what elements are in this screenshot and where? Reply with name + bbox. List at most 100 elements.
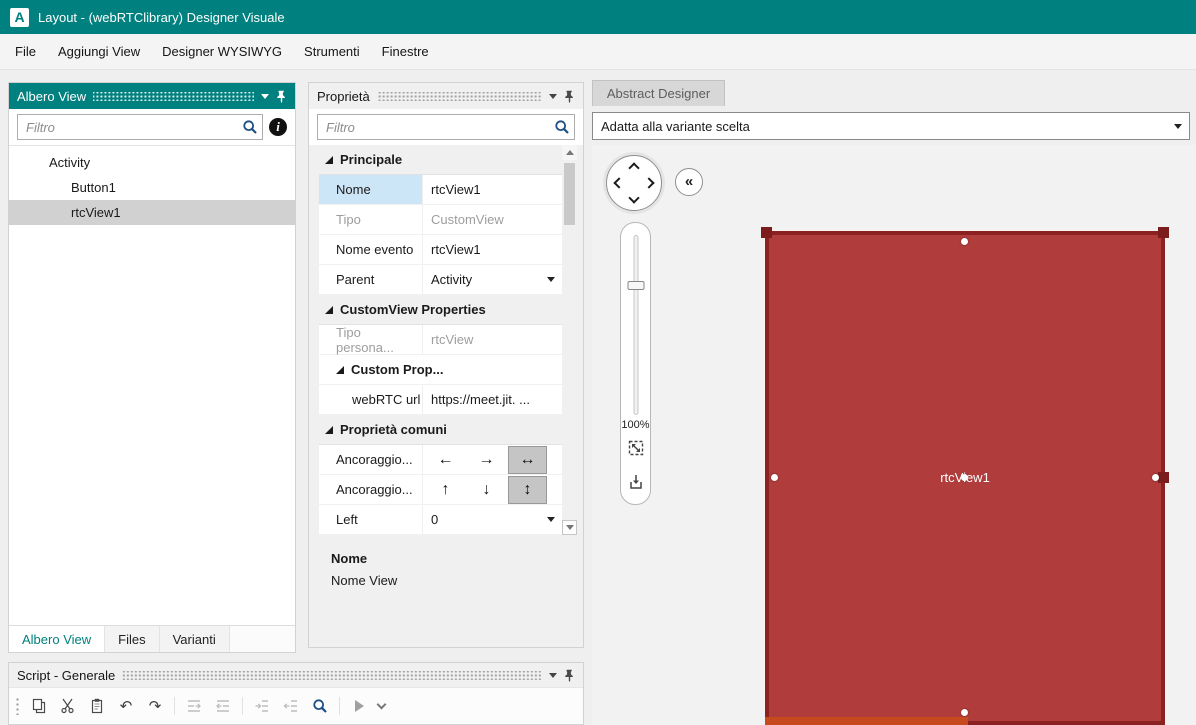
scroll-down-button[interactable] bbox=[562, 520, 577, 535]
chevron-down-icon[interactable] bbox=[547, 277, 555, 282]
app-logo-icon: A bbox=[10, 7, 29, 27]
outdent-icon bbox=[283, 700, 297, 712]
section-customview-properties[interactable]: CustomView Properties bbox=[319, 295, 562, 325]
prop-row-tipo-personalizzato[interactable]: Tipo persona... rtcView bbox=[319, 325, 562, 355]
tab-files[interactable]: Files bbox=[105, 626, 160, 652]
fit-to-view-button[interactable] bbox=[625, 437, 647, 459]
pan-control[interactable] bbox=[606, 155, 662, 211]
pan-up-icon[interactable] bbox=[628, 162, 640, 174]
menu-aggiungi-view[interactable]: Aggiungi View bbox=[47, 36, 151, 67]
resize-dot-bottom-center[interactable] bbox=[961, 709, 968, 716]
tree-node-activity[interactable]: Activity bbox=[9, 150, 295, 175]
variant-selector-combobox[interactable]: Adatta alla variante scelta bbox=[592, 112, 1190, 140]
chevron-down-icon[interactable] bbox=[547, 517, 555, 522]
prop-value-cell[interactable]: https://meet.jit. ... bbox=[423, 385, 562, 414]
property-grid-scrollbar[interactable] bbox=[562, 145, 577, 535]
prop-value-cell[interactable]: rtcView1 bbox=[423, 235, 562, 264]
dotted-divider bbox=[122, 670, 542, 680]
menu-finestre[interactable]: Finestre bbox=[371, 36, 440, 67]
cut-button[interactable] bbox=[58, 696, 78, 716]
pin-icon[interactable] bbox=[276, 90, 287, 103]
combo-dropdown-button[interactable] bbox=[1166, 113, 1189, 139]
undo-button[interactable]: ↶ bbox=[116, 696, 136, 716]
panel-collapse-icon[interactable] bbox=[549, 672, 557, 678]
collapse-controls-button[interactable]: « bbox=[675, 168, 703, 196]
prop-name-cell[interactable]: Nome bbox=[319, 175, 423, 204]
tree-node-label: Button1 bbox=[71, 180, 116, 195]
resize-handle-top-right[interactable] bbox=[1158, 227, 1169, 238]
tree-node-rtcview1[interactable]: rtcView1 bbox=[9, 200, 295, 225]
anchor-right-button[interactable]: → bbox=[467, 446, 506, 474]
panel-collapse-icon[interactable] bbox=[549, 93, 557, 99]
search-button[interactable] bbox=[310, 696, 330, 716]
pan-left-icon[interactable] bbox=[613, 177, 625, 189]
prop-row-ancoraggio-verticale[interactable]: Ancoraggio... ↑ ↓ ↕ bbox=[319, 475, 562, 505]
prop-value-dropdown[interactable]: Activity bbox=[423, 265, 562, 294]
scrollbar-thumb[interactable] bbox=[564, 163, 575, 225]
paste-button[interactable] bbox=[87, 696, 107, 716]
prop-row-tipo[interactable]: Tipo CustomView bbox=[319, 205, 562, 235]
anchor-both-horizontal-button[interactable]: ↔ bbox=[508, 445, 547, 474]
prop-row-nome-evento[interactable]: Nome evento rtcView1 bbox=[319, 235, 562, 265]
menu-designer-wysiwyg[interactable]: Designer WYSIWYG bbox=[151, 36, 293, 67]
anchor-selector-horizontal: ← → ↔ bbox=[423, 445, 562, 474]
properties-panel-title: Proprietà bbox=[317, 88, 370, 104]
panel-collapse-icon[interactable] bbox=[261, 93, 269, 99]
paste-icon bbox=[91, 698, 103, 714]
prop-row-ancoraggio-orizzontale[interactable]: Ancoraggio... ← → ↔ bbox=[319, 445, 562, 475]
anchor-top-button[interactable]: ↑ bbox=[426, 476, 465, 504]
indent-button[interactable] bbox=[252, 696, 272, 716]
section-label: CustomView Properties bbox=[340, 302, 486, 317]
properties-filter-input[interactable] bbox=[317, 114, 575, 140]
anchor-bottom-button[interactable]: ↓ bbox=[467, 476, 506, 504]
section-principale[interactable]: Principale bbox=[319, 145, 562, 175]
scroll-up-button[interactable] bbox=[562, 145, 577, 160]
prop-row-nome[interactable]: Nome rtcView1 bbox=[319, 175, 562, 205]
prop-name-cell[interactable]: Parent bbox=[319, 265, 423, 294]
uncomment-button[interactable] bbox=[213, 696, 233, 716]
info-icon[interactable]: i bbox=[269, 118, 287, 136]
prop-value-cell[interactable]: rtcView1 bbox=[423, 175, 562, 204]
zoom-slider-track[interactable] bbox=[633, 235, 638, 415]
section-proprieta-comuni[interactable]: Proprietà comuni bbox=[319, 415, 562, 445]
comment-button[interactable] bbox=[184, 696, 204, 716]
prop-row-webrtc-url[interactable]: webRTC url https://meet.jit. ... bbox=[319, 385, 562, 415]
rtcview1-view[interactable]: rtcView1 bbox=[761, 227, 1169, 725]
menu-strumenti[interactable]: Strumenti bbox=[293, 36, 371, 67]
toolbar-grip-icon[interactable] bbox=[15, 697, 20, 715]
resize-handle-top-left[interactable] bbox=[761, 227, 772, 238]
tree-panel-title: Albero View bbox=[17, 88, 87, 104]
prop-row-left[interactable]: Left 0 bbox=[319, 505, 562, 535]
property-description-title: Nome bbox=[331, 551, 368, 566]
anchor-left-button[interactable]: ← bbox=[426, 446, 465, 474]
redo-button[interactable]: ↷ bbox=[145, 696, 165, 716]
pan-down-icon[interactable] bbox=[628, 192, 640, 204]
pan-right-icon[interactable] bbox=[643, 177, 655, 189]
prop-name-cell[interactable]: webRTC url bbox=[319, 385, 423, 414]
zoom-slider-thumb[interactable] bbox=[627, 281, 644, 290]
prop-name-cell[interactable]: Left bbox=[319, 505, 423, 534]
menu-file[interactable]: File bbox=[4, 36, 47, 67]
pin-icon[interactable] bbox=[564, 669, 575, 682]
tab-albero-view[interactable]: Albero View bbox=[9, 626, 106, 652]
anchor-both-vertical-button[interactable]: ↕ bbox=[508, 475, 547, 504]
fit-width-button[interactable] bbox=[625, 471, 647, 493]
tab-varianti[interactable]: Varianti bbox=[159, 626, 230, 652]
designer-canvas[interactable]: « 100% rtcView1 bbox=[592, 145, 1196, 725]
section-custom-properties[interactable]: Custom Prop... bbox=[319, 355, 562, 385]
tree-panel: Albero View i Activity Button1 rtcView1 … bbox=[8, 82, 296, 653]
outdent-button[interactable] bbox=[281, 696, 301, 716]
toolbar-overflow-icon[interactable] bbox=[376, 699, 387, 709]
prop-row-parent[interactable]: Parent Activity bbox=[319, 265, 562, 295]
pin-icon[interactable] bbox=[564, 90, 575, 103]
prop-name-cell[interactable]: Nome evento bbox=[319, 235, 423, 264]
run-button[interactable] bbox=[349, 696, 369, 716]
tab-abstract-designer[interactable]: Abstract Designer bbox=[592, 80, 725, 106]
copy-button[interactable] bbox=[29, 696, 49, 716]
chevron-down-icon bbox=[565, 525, 574, 530]
tree-node-button1[interactable]: Button1 bbox=[9, 175, 295, 200]
view-name-label: rtcView1 bbox=[940, 470, 990, 485]
resize-dot-top-center[interactable] bbox=[961, 238, 968, 245]
tree-filter-input[interactable] bbox=[17, 114, 263, 140]
prop-value-dropdown[interactable]: 0 bbox=[423, 505, 562, 534]
